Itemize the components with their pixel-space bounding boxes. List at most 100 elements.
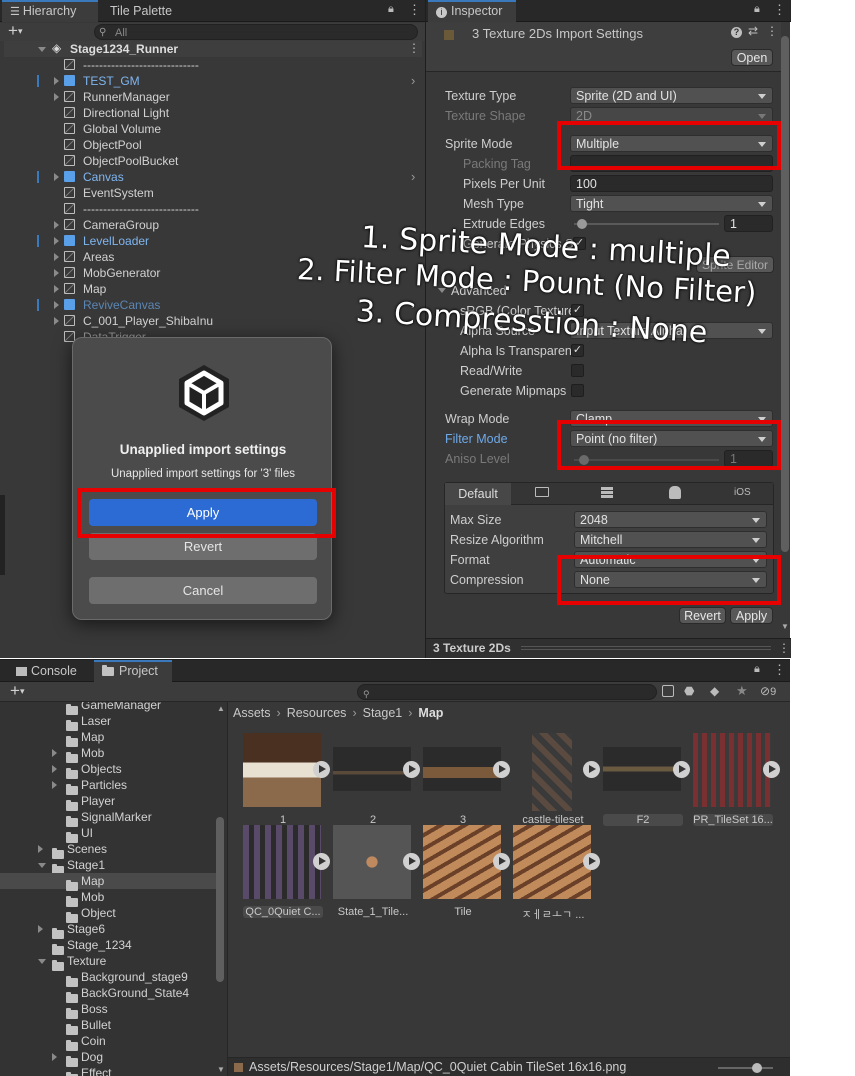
tab-default[interactable]: Default xyxy=(445,483,511,505)
project-folder-item[interactable]: Mob xyxy=(0,889,216,907)
project-folder-item[interactable]: GameManager xyxy=(0,702,216,715)
tab-ios[interactable]: iOS xyxy=(734,487,751,498)
hierarchy-item[interactable]: RunnerManager xyxy=(0,89,425,105)
expand-subassets-icon[interactable] xyxy=(763,761,780,778)
expand-arrow-icon[interactable] xyxy=(54,301,59,309)
help-icon[interactable]: ? xyxy=(731,27,742,38)
asset-item[interactable]: ㅈㅔㄹㅗㄱ ... xyxy=(513,825,600,921)
expand-arrow-icon[interactable] xyxy=(54,93,59,101)
tag-icon[interactable]: ◆ xyxy=(710,684,719,698)
expand-arrow-icon[interactable] xyxy=(38,925,43,933)
project-search-input[interactable]: ⚲ xyxy=(357,684,657,700)
expand-arrow-icon[interactable] xyxy=(54,285,59,293)
read-write-checkbox[interactable] xyxy=(571,364,584,377)
scroll-up-icon[interactable]: ▲ xyxy=(217,704,225,713)
expand-arrow-icon[interactable] xyxy=(54,237,59,245)
project-folder-item[interactable]: UI xyxy=(0,825,216,843)
max-size-dropdown[interactable]: 2048 xyxy=(574,511,767,528)
project-folder-item[interactable]: Map xyxy=(0,729,216,747)
dialog-cancel-button[interactable]: Cancel xyxy=(89,577,317,604)
project-folder-item[interactable]: Map xyxy=(0,873,216,891)
expand-subassets-icon[interactable] xyxy=(493,761,510,778)
asset-item[interactable]: 3 xyxy=(423,733,510,829)
tree-scrollbar[interactable] xyxy=(216,817,224,982)
monitor-icon[interactable] xyxy=(535,487,549,497)
format-dropdown[interactable]: Automatic xyxy=(574,551,767,568)
expand-arrow-icon[interactable] xyxy=(54,221,59,229)
expand-subassets-icon[interactable] xyxy=(583,761,600,778)
filter-by-label-icon[interactable]: ⬣ xyxy=(684,684,694,698)
project-folder-item[interactable]: Stage1 xyxy=(0,857,216,875)
slider-handle[interactable] xyxy=(577,219,587,229)
expand-subassets-icon[interactable] xyxy=(403,853,420,870)
tab-hierarchy[interactable]: ☰ Hierarchy xyxy=(2,0,98,22)
expand-subassets-icon[interactable] xyxy=(493,853,510,870)
collapse-arrow-icon[interactable] xyxy=(38,959,46,964)
packing-tag-input[interactable] xyxy=(570,155,773,172)
collapse-arrow-icon[interactable] xyxy=(38,863,46,868)
expand-arrow-icon[interactable] xyxy=(52,749,57,757)
project-folder-item[interactable]: Coin xyxy=(0,1033,216,1051)
inspector-lock-icon[interactable]: 🔒︎ xyxy=(754,3,760,16)
wrap-mode-dropdown[interactable]: Clamp xyxy=(570,410,773,427)
breadcrumb-stage1[interactable]: Stage1 xyxy=(363,706,403,720)
inspector-revert-button[interactable]: Revert xyxy=(679,607,726,624)
add-icon[interactable]: +▾ xyxy=(8,21,22,41)
expand-arrow-icon[interactable] xyxy=(54,317,59,325)
android-icon[interactable] xyxy=(669,486,681,499)
sprite-mode-dropdown[interactable]: Multiple xyxy=(570,135,773,152)
asset-item[interactable]: PR_TileSet 16... xyxy=(693,733,780,829)
project-lock-icon[interactable]: 🔒︎ xyxy=(754,663,760,676)
project-folder-item[interactable]: Dog xyxy=(0,1049,216,1067)
hierarchy-item[interactable]: ----------------------------- xyxy=(0,201,425,217)
scene-row[interactable]: ◈ Stage1234_Runner ⋮ xyxy=(4,41,422,57)
breadcrumb-resources[interactable]: Resources xyxy=(287,706,347,720)
inspector-apply-button[interactable]: Apply xyxy=(730,607,773,624)
project-folder-item[interactable]: Player xyxy=(0,793,216,811)
expand-arrow-icon[interactable] xyxy=(54,269,59,277)
alpha-transparency-checkbox[interactable]: ✓ xyxy=(571,344,584,357)
expand-subassets-icon[interactable] xyxy=(313,761,330,778)
thumbnail-size-slider[interactable] xyxy=(718,1063,773,1073)
breadcrumb-map[interactable]: Map xyxy=(418,706,443,720)
inspector-kebab-icon[interactable]: ⋮ xyxy=(773,2,786,18)
tab-project[interactable]: Project xyxy=(94,660,172,682)
expand-arrow-icon[interactable] xyxy=(52,765,57,773)
project-folder-item[interactable]: BackGround_State4 xyxy=(0,985,216,1003)
project-folder-item[interactable]: Object xyxy=(0,905,216,923)
hierarchy-item[interactable]: TEST_GM › xyxy=(0,73,425,89)
search-by-type-icon[interactable] xyxy=(662,685,674,697)
asset-item[interactable]: QC_0Quiet C... xyxy=(243,825,330,921)
mesh-type-dropdown[interactable]: Tight xyxy=(570,195,773,212)
hierarchy-item[interactable]: Global Volume xyxy=(0,121,425,137)
hierarchy-search-input[interactable]: ⚲ All xyxy=(94,24,418,40)
server-icon[interactable] xyxy=(601,487,613,499)
scene-menu-icon[interactable]: ⋮ xyxy=(408,41,420,55)
project-folder-item[interactable]: Mob xyxy=(0,745,216,763)
expand-subassets-icon[interactable] xyxy=(313,853,330,870)
resize-algorithm-dropdown[interactable]: Mitchell xyxy=(574,531,767,548)
project-kebab-icon[interactable]: ⋮ xyxy=(773,662,786,678)
expand-arrow-icon[interactable] xyxy=(54,253,59,261)
hierarchy-item[interactable]: ----------------------------- xyxy=(0,57,425,73)
hierarchy-item[interactable]: Directional Light xyxy=(0,105,425,121)
tab-inspector[interactable]: i Inspector xyxy=(428,0,516,22)
kebab-menu-icon[interactable]: ⋮ xyxy=(408,2,421,18)
asset-item[interactable]: F2 xyxy=(603,733,690,829)
lock-icon[interactable]: 🔒︎ xyxy=(388,3,397,15)
project-folder-item[interactable]: Stage6 xyxy=(0,921,216,939)
expand-subassets-icon[interactable] xyxy=(673,761,690,778)
asset-item[interactable]: State_1_Tile... xyxy=(333,825,420,921)
asset-item[interactable]: 2 xyxy=(333,733,420,829)
project-folder-item[interactable]: Laser xyxy=(0,713,216,731)
texture-type-dropdown[interactable]: Sprite (2D and UI) xyxy=(570,87,773,104)
hidden-packages-icon[interactable]: ⊘9 xyxy=(760,684,776,698)
expand-subassets-icon[interactable] xyxy=(403,761,420,778)
compression-dropdown[interactable]: None xyxy=(574,571,767,588)
asset-item[interactable]: Tile xyxy=(423,825,510,921)
hierarchy-item[interactable]: ObjectPool xyxy=(0,137,425,153)
slider-handle[interactable] xyxy=(752,1063,762,1073)
hierarchy-item[interactable]: Canvas › xyxy=(0,169,425,185)
extrude-edges-slider[interactable] xyxy=(574,219,719,229)
favorite-star-icon[interactable]: ★ xyxy=(736,683,748,699)
